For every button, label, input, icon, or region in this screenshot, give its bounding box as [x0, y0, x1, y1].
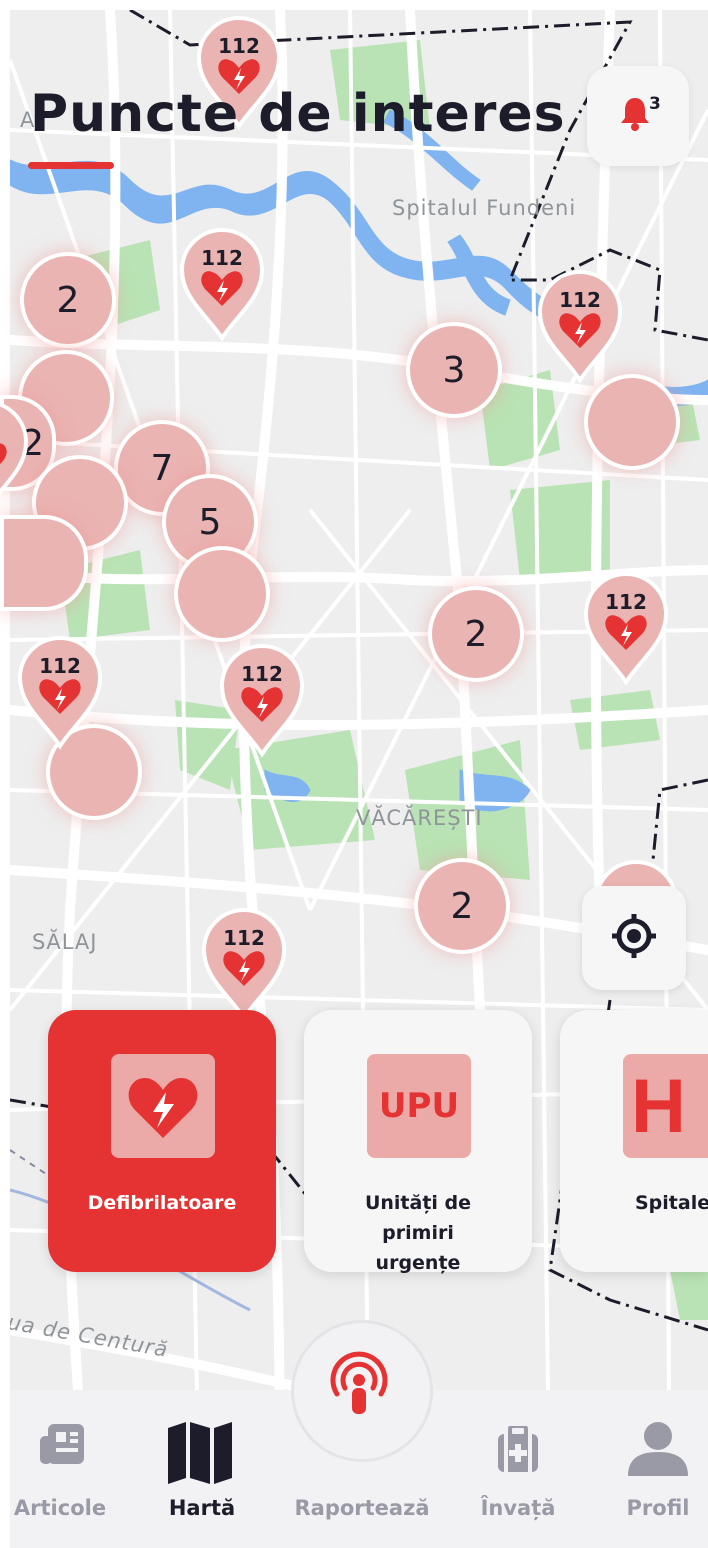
pin-label: 112 — [223, 926, 265, 950]
defibrillator-pin[interactable]: 112 — [582, 570, 670, 688]
map-cluster[interactable] — [174, 546, 270, 642]
pin-label: 112 — [39, 654, 81, 678]
upu-icon: UPU — [367, 1054, 471, 1158]
defibrillator-pin[interactable]: 112 — [16, 634, 104, 752]
map-label-salaj: SĂLAJ — [32, 930, 98, 954]
map-label-vacaresti: VĂCĂREȘTI — [356, 806, 483, 830]
map-cluster[interactable]: 2 — [414, 858, 510, 954]
defibrillator-pin[interactable]: 112 — [178, 226, 266, 344]
hospital-icon: H — [623, 1054, 708, 1158]
map-cluster[interactable]: 2 — [20, 252, 116, 348]
map-cluster[interactable] — [0, 515, 88, 611]
map-pin-icon — [537, 270, 623, 384]
tab-label: Raportează — [294, 1496, 430, 1520]
tab-label: Hartă — [168, 1496, 236, 1520]
defibrillator-pin[interactable] — [0, 398, 30, 516]
category-card-hospitals[interactable]: H Spitale — [560, 1010, 708, 1272]
tab-label: Profil — [626, 1496, 690, 1520]
map-cluster[interactable]: 3 — [406, 322, 502, 418]
pin-label: 112 — [605, 590, 647, 614]
upu-icon-text: UPU — [378, 1086, 460, 1126]
map-label-spitalul-fundeni: Spitalul Fundeni — [392, 196, 577, 220]
articles-icon — [40, 1424, 84, 1464]
category-card-emergency-units[interactable]: UPU Unități de primiri urgențe — [304, 1010, 532, 1274]
category-card-defibrillators[interactable]: Defibrilatoare — [48, 1010, 276, 1272]
tab-label: Învață — [480, 1496, 556, 1520]
tab-label: Articole — [13, 1496, 107, 1520]
defibrillator-pin[interactable]: 112 — [536, 268, 624, 386]
broadcast-icon — [330, 1351, 388, 1414]
pin-label: 112 — [241, 662, 283, 686]
map-pin-icon — [179, 228, 265, 342]
map-cluster[interactable]: 2 — [428, 586, 524, 682]
defibrillator-pin[interactable]: 112 — [218, 642, 306, 760]
my-location-button[interactable] — [582, 886, 686, 990]
notification-count: 3 — [649, 94, 661, 114]
profile-icon — [628, 1422, 688, 1476]
map-pin-icon — [201, 908, 287, 1022]
map-cluster[interactable] — [584, 374, 680, 470]
map-pin-icon — [17, 636, 103, 750]
notifications-button[interactable]: 3 — [587, 66, 689, 166]
map-pin-icon — [0, 402, 29, 495]
page-title: Puncte de interes — [30, 84, 566, 144]
defibrillator-heart-icon — [111, 1054, 215, 1158]
map-icon — [168, 1422, 232, 1484]
hospital-icon-text: H — [631, 1063, 686, 1149]
pin-label: 112 — [559, 288, 601, 312]
defibrillator-pin[interactable]: 112 — [200, 906, 288, 1024]
map-pin-icon — [219, 644, 305, 758]
report-button[interactable] — [291, 1320, 433, 1462]
pin-label: 112 — [218, 34, 260, 58]
map-pin-icon — [583, 572, 669, 686]
title-underline — [28, 162, 114, 169]
app-screen: Spitalul Fundeni VĂCĂREȘTI SĂLAJ ua de C… — [0, 0, 708, 1548]
crosshair-icon — [612, 914, 656, 958]
first-aid-kit-icon — [498, 1426, 538, 1472]
pin-label: 112 — [201, 246, 243, 270]
card-label: Spitale — [635, 1192, 708, 1214]
bell-icon — [621, 98, 649, 131]
card-label: Defibrilatoare — [87, 1192, 237, 1214]
card-label: Unități de primiri urgențe — [364, 1192, 472, 1274]
